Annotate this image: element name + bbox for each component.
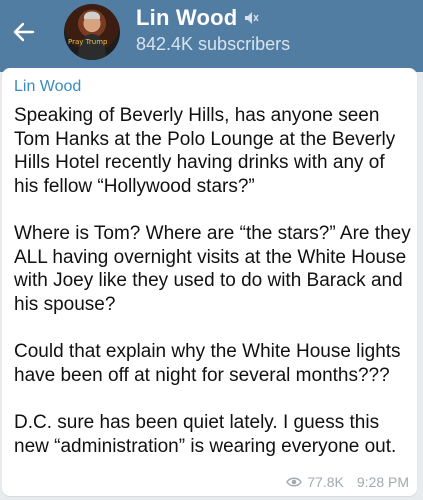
view-count: 77.8K (307, 474, 344, 490)
channel-avatar[interactable]: Pray Trump (64, 4, 120, 60)
message-text: Speaking of Beverly Hills, has anyone se… (14, 104, 414, 458)
back-button[interactable] (10, 18, 38, 46)
avatar-text: Pray Trump (68, 38, 108, 46)
message-sender[interactable]: Lin Wood (14, 78, 81, 96)
avatar-image: Pray Trump (68, 11, 108, 60)
chat-header: Pray Trump Lin Wood 842.4K subscribers (0, 0, 423, 72)
message-meta: 77.8K 9:28 PM (286, 474, 409, 490)
message-paragraph: Could that explain why the White House l… (14, 341, 401, 386)
channel-info[interactable]: Lin Wood 842.4K subscribers (136, 4, 290, 55)
subscriber-count: 842.4K subscribers (136, 34, 291, 54)
arrow-left-icon (13, 22, 35, 42)
eye-icon (286, 477, 303, 487)
message-bubble[interactable]: Lin Wood Speaking of Beverly Hills, has … (2, 68, 417, 496)
channel-title: Lin Wood (136, 5, 238, 30)
muted-speaker-icon (245, 12, 259, 24)
message-paragraph: Speaking of Beverly Hills, has anyone se… (14, 105, 396, 197)
message-paragraph: D.C. sure has been quiet lately. I guess… (14, 412, 397, 457)
message-paragraph: Where is Tom? Where are “the stars?” Are… (14, 223, 411, 315)
message-time: 9:28 PM (356, 474, 409, 490)
